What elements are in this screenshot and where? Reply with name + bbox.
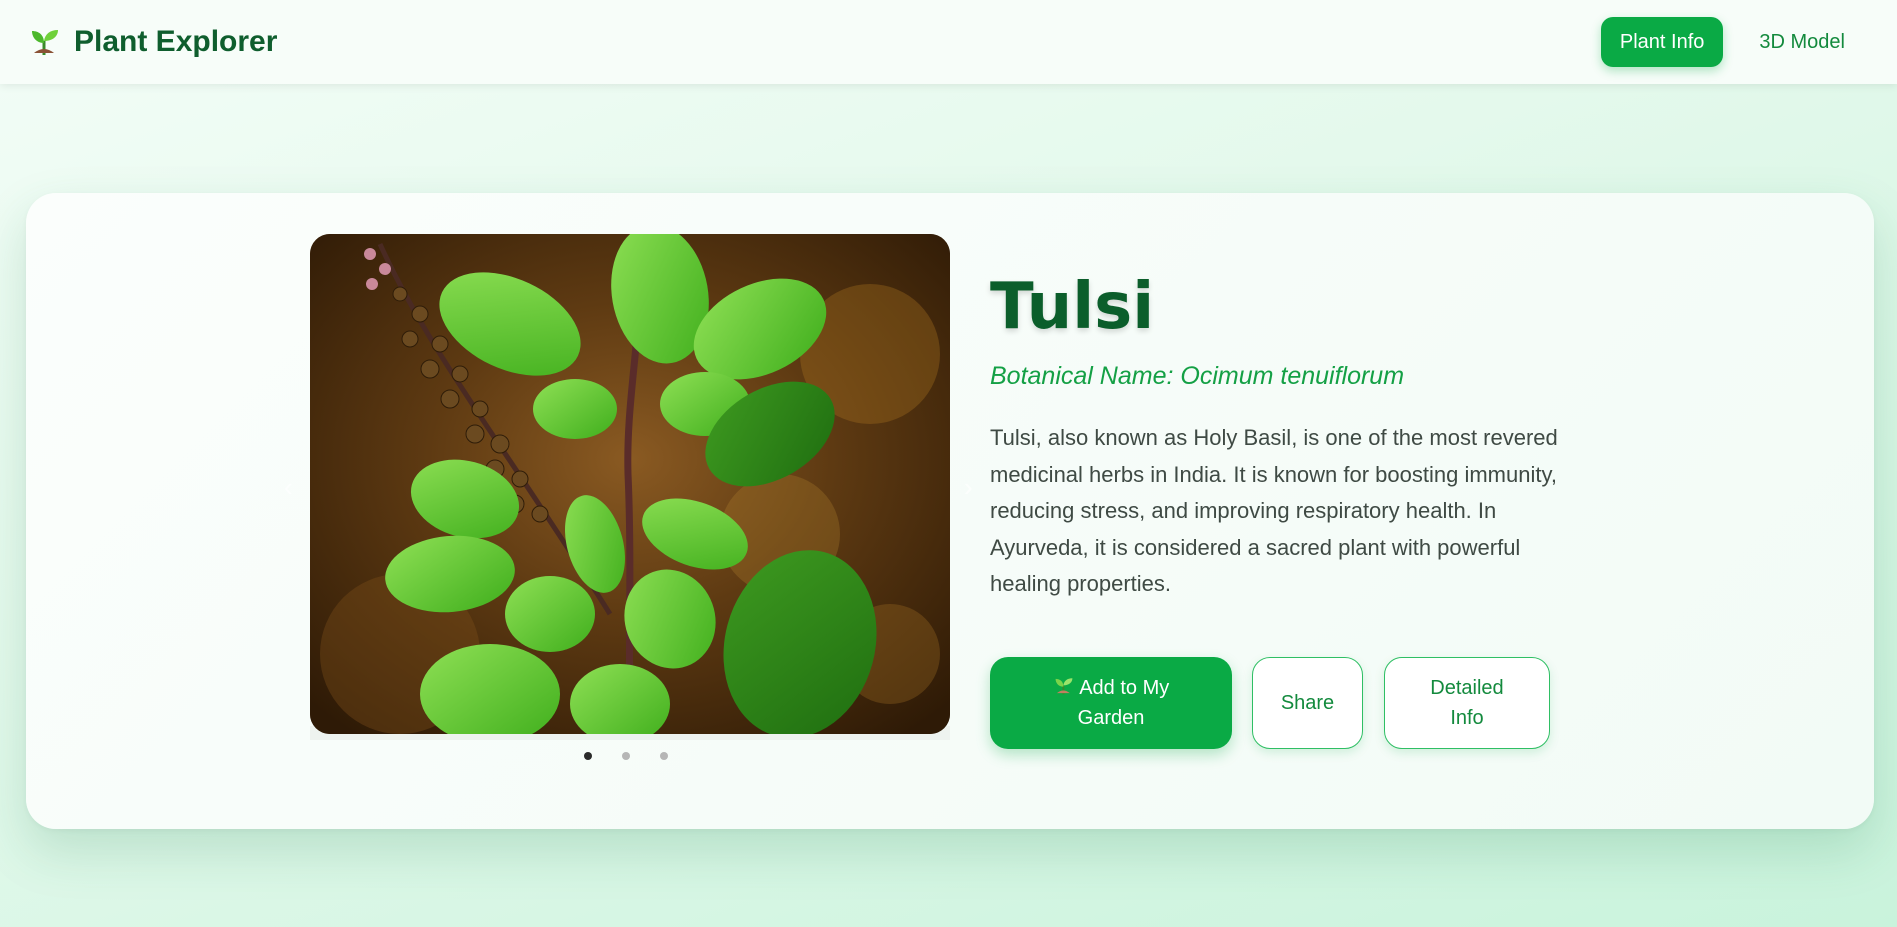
chevron-right-icon[interactable]: › [964,472,973,503]
carousel-dot-3[interactable] [660,752,668,760]
plant-image[interactable] [310,234,950,734]
seedling-icon [1055,678,1073,695]
carousel-dots [584,752,668,760]
add-to-garden-button[interactable]: Add to My Garden [990,657,1232,749]
brand[interactable]: Plant Explorer [28,25,277,59]
top-navbar: Plant Explorer Plant Info 3D Model [0,0,1897,84]
seedling-icon [32,30,58,55]
share-button[interactable]: Share [1252,657,1363,749]
botanical-name: Botanical Name: Ocimum tenuiflorum [990,362,1405,390]
plant-card [26,193,1874,829]
nav-3d-model-link[interactable]: 3D Model [1739,31,1855,54]
chevron-left-icon[interactable]: ‹ [284,472,293,503]
nav-menu: Plant Info 3D Model [1600,17,1855,67]
carousel-dot-1[interactable] [584,752,592,760]
add-to-garden-text: Add to My Garden [1077,677,1170,729]
app-title: Plant Explorer [74,25,278,58]
nav-plant-info-button[interactable]: Plant Info [1600,17,1724,67]
tulsi-photo [310,234,950,734]
plant-name: Tulsi [990,270,1155,344]
plant-description: Tulsi, also known as Holy Basil, is one … [990,425,1558,596]
add-to-garden-label: Add to My Garden [1026,673,1196,733]
detailed-info-button[interactable]: Detailed Info [1384,657,1550,749]
carousel-dot-2[interactable] [622,752,630,760]
detailed-info-label: Detailed Info [1430,677,1504,729]
